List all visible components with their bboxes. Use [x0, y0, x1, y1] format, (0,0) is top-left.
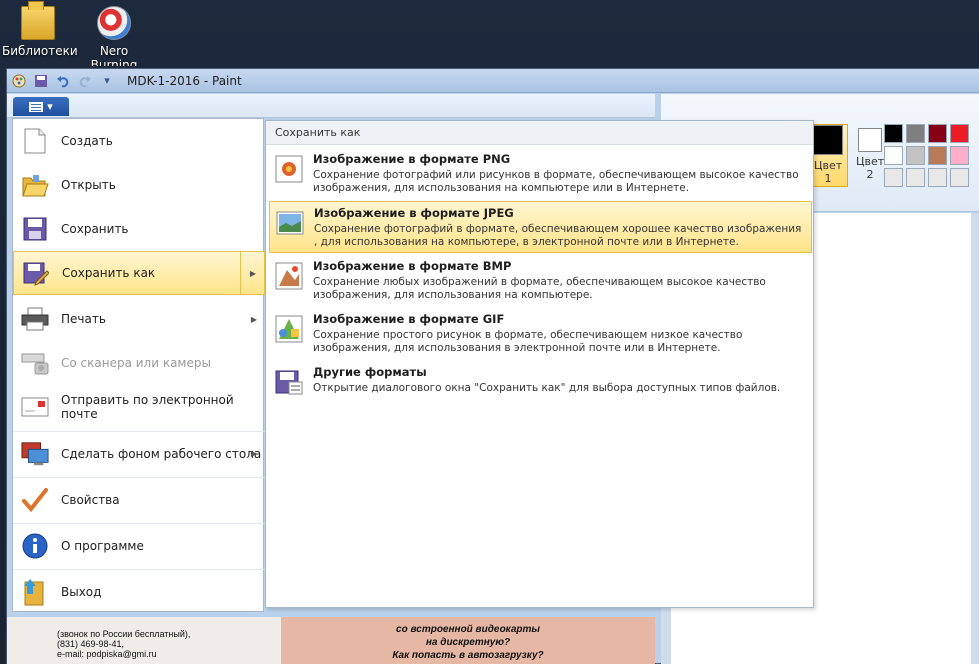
menu-item-new[interactable]: Создать	[13, 119, 265, 163]
desktop-icon-nero[interactable]: Nero Burning ROM	[78, 6, 150, 66]
gif-image-icon	[275, 315, 303, 343]
canvas-image-bottom: (звонок по России бесплатный), (831) 469…	[7, 617, 655, 664]
menu-item-desktop-background[interactable]: Сделать фоном рабочего стола ▶	[13, 431, 265, 475]
checkmark-icon	[21, 486, 49, 514]
color2-label: Цвет 2	[856, 155, 885, 181]
desktop-background-icon	[21, 440, 49, 468]
color2-swatch	[858, 128, 882, 152]
menu-item-label: Открыть	[61, 178, 116, 192]
menu-item-scanner[interactable]: Со сканера или камеры	[13, 341, 265, 385]
save-as-png[interactable]: Изображение в формате PNG Сохранение фот…	[269, 148, 812, 200]
menu-item-print[interactable]: Печать ▶	[13, 297, 265, 341]
app-menu-button[interactable]: ▾	[13, 97, 69, 116]
desktop-icon-libraries[interactable]: Библиотеки	[2, 1, 78, 58]
menu-item-label: Сохранить	[61, 222, 129, 236]
ribbon-tab-strip: ▾	[7, 94, 655, 118]
color-palette	[884, 124, 969, 187]
printer-icon	[21, 305, 49, 333]
menu-item-about[interactable]: О программе	[13, 523, 265, 567]
submenu-item-title: Изображение в формате JPEG	[314, 206, 514, 220]
chevron-right-icon: ▶	[250, 314, 257, 324]
bmp-image-icon	[275, 262, 303, 290]
doc-contact-text: (звонок по России бесплатный), (831) 469…	[57, 629, 191, 659]
png-image-icon	[275, 155, 303, 183]
palette-cell[interactable]	[884, 168, 903, 187]
submenu-item-desc: Открытие диалогового окна "Сохранить как…	[313, 382, 781, 394]
chevron-right-icon: ▶	[249, 268, 256, 278]
save-icon[interactable]	[33, 73, 49, 89]
chevron-right-icon: ▶	[250, 449, 257, 458]
title-bar: ▾ MDK-1-2016 - Paint	[7, 69, 979, 93]
palette-cell[interactable]	[906, 146, 925, 165]
menu-item-email[interactable]: Отправить по электронной почте	[13, 385, 265, 429]
chevron-down-icon: ▾	[47, 100, 53, 113]
doc-headline-panel: со встроенной видеокарты на дискретную? …	[281, 617, 655, 664]
save-as-bmp[interactable]: Изображение в формате BMP Сохранение люб…	[269, 255, 812, 307]
desktop-icon-label: Библиотеки	[2, 44, 78, 58]
save-as-gif[interactable]: Изображение в формате GIF Сохранение про…	[269, 308, 812, 360]
palette-cell[interactable]	[906, 124, 925, 143]
desktop-icon-label: Nero Burning ROM	[90, 44, 138, 66]
menu-item-open[interactable]: Открыть	[13, 163, 265, 207]
submenu-item-title: Изображение в формате BMP	[313, 259, 512, 273]
palette-cell[interactable]	[884, 124, 903, 143]
menu-item-label: Со сканера или камеры	[61, 356, 211, 370]
menu-item-label: Сохранить как	[62, 266, 156, 280]
menu-item-label: Выход	[61, 584, 102, 599]
menu-item-label: Печать	[61, 312, 106, 326]
menu-item-save[interactable]: Сохранить	[13, 207, 265, 251]
palette-cell[interactable]	[950, 146, 969, 165]
palette-cell[interactable]	[950, 124, 969, 143]
scanner-icon	[21, 349, 49, 377]
palette-cell[interactable]	[928, 168, 947, 187]
save-as-other-formats[interactable]: Другие форматы Открытие диалогового окна…	[269, 361, 812, 413]
submenu-item-desc: Сохранение фотографий или рисунков в фор…	[313, 169, 799, 194]
color2-selector[interactable]: Цвет 2	[852, 124, 888, 187]
save-icon	[21, 215, 49, 243]
submenu-item-desc: Сохранение любых изображений в формате, …	[313, 276, 766, 301]
submenu-item-title: Изображение в формате PNG	[313, 152, 511, 166]
palette-cell[interactable]	[928, 124, 947, 143]
save-as-jpeg[interactable]: Изображение в формате JPEG Сохранение фо…	[269, 201, 812, 253]
palette-cell[interactable]	[928, 146, 947, 165]
submenu-item-desc: Сохранение простого рисунок в формате, о…	[313, 329, 743, 354]
undo-icon[interactable]	[55, 73, 71, 89]
menu-item-label: О программе	[61, 538, 144, 553]
menu-item-label: Сделать фоном рабочего стола	[61, 446, 262, 461]
library-folder-icon	[21, 1, 55, 40]
menu-item-save-as[interactable]: Сохранить как ▶	[13, 251, 265, 295]
submenu-header: Сохранить как	[266, 121, 813, 145]
submenu-item-title: Другие форматы	[313, 365, 427, 379]
color1-label: Цвет 1	[814, 159, 843, 185]
window-title: MDK-1-2016 - Paint	[127, 73, 242, 88]
jpeg-image-icon	[276, 209, 304, 237]
menu-icon	[29, 101, 44, 112]
color1-selector[interactable]: Цвет 1	[808, 124, 848, 187]
save-as-icon	[22, 259, 50, 287]
submenu-item-desc: Сохранение фотографий в формате, обеспеч…	[314, 223, 802, 248]
menu-item-properties[interactable]: Свойства	[13, 477, 265, 521]
exit-icon	[21, 578, 49, 606]
redo-icon[interactable]	[77, 73, 93, 89]
save-as-submenu: Сохранить как Изображение в формате PNG …	[265, 120, 814, 608]
info-icon	[21, 532, 49, 560]
menu-item-exit[interactable]: Выход	[13, 569, 265, 613]
submenu-item-title: Изображение в формате GIF	[313, 312, 505, 326]
other-formats-icon	[275, 368, 303, 396]
new-file-icon	[21, 127, 49, 155]
paint-icon[interactable]	[11, 73, 27, 89]
color1-swatch	[813, 125, 843, 155]
menu-item-label: Создать	[61, 134, 113, 148]
menu-item-label: Отправить по электронной почте	[61, 393, 234, 421]
customize-icon[interactable]: ▾	[99, 73, 115, 89]
email-icon	[21, 393, 49, 421]
palette-cell[interactable]	[884, 146, 903, 165]
open-folder-icon	[21, 171, 49, 199]
menu-item-label: Свойства	[61, 492, 120, 507]
palette-cell[interactable]	[906, 168, 925, 187]
palette-cell[interactable]	[950, 168, 969, 187]
nero-disc-icon	[97, 6, 131, 40]
app-menu: Создать Открыть Сохранить Сохранить как …	[12, 118, 265, 613]
